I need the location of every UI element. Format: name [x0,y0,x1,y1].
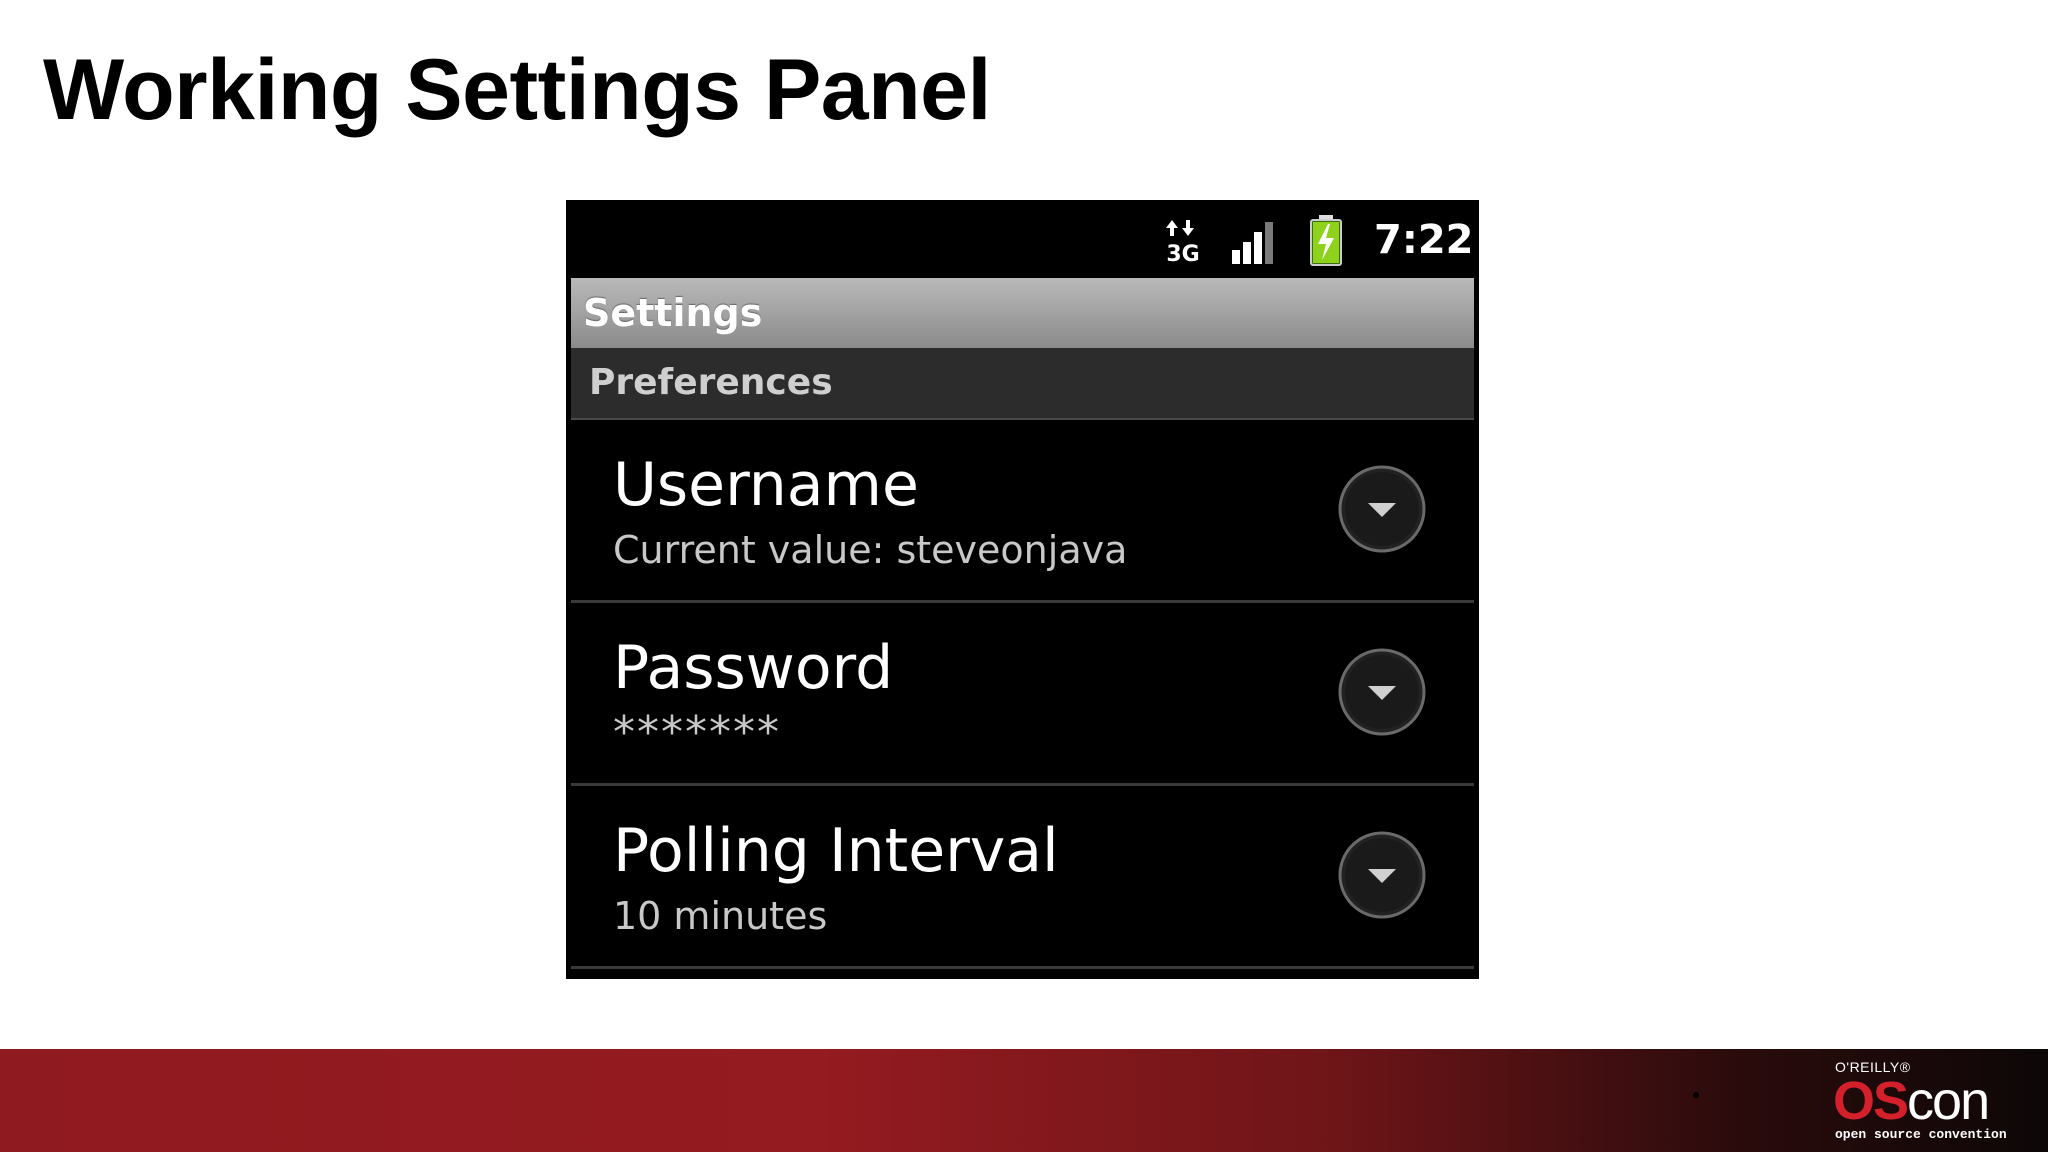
status-bar: 3G 7:22 [566,200,1479,278]
slide: Working Settings Panel 3G 7:22 Settings … [0,0,2048,1152]
3g-data-icon: 3G [1166,220,1200,264]
signal-strength-icon [1232,222,1273,264]
oscon-con: con [1907,1071,1990,1131]
oscon-os: OS [1833,1071,1909,1131]
category-header: Preferences [571,348,1474,420]
network-label: 3G [1166,242,1199,264]
pref-title: Polling Interval [613,816,1059,886]
pref-item-password[interactable]: Password ******* [571,603,1474,786]
pref-item-username[interactable]: Username Current value: steveonjava [571,420,1474,603]
pref-summary: ******* [613,707,781,758]
category-label: Preferences [589,362,833,403]
dropdown-arrow-icon[interactable] [1337,830,1427,920]
dropdown-arrow-icon[interactable] [1337,464,1427,554]
pref-summary: 10 minutes [613,894,828,938]
battery-charging-icon [1310,215,1342,266]
oscon-wordmark: OScon [1833,1071,1990,1131]
oscon-logo: O'REILLY® OScon open source convention [1833,1057,2033,1147]
dropdown-arrow-icon[interactable] [1337,647,1427,737]
pref-title: Username [613,450,919,520]
title-bar-title: Settings [583,291,763,335]
phone-screenshot: 3G 7:22 Settings Preferences Username Cu… [566,200,1479,979]
status-time: 7:22 [1374,217,1474,263]
pref-item-polling-interval[interactable]: Polling Interval 10 minutes [571,786,1474,969]
pref-title: Password [613,633,894,703]
slide-title: Working Settings Panel [43,42,991,138]
title-bar: Settings [571,278,1474,348]
footer-dot [1693,1092,1699,1098]
pref-summary: Current value: steveonjava [613,528,1128,572]
oscon-tagline: open source convention [1835,1127,2007,1142]
footer-bar: O'REILLY® OScon open source convention [0,1049,2048,1152]
